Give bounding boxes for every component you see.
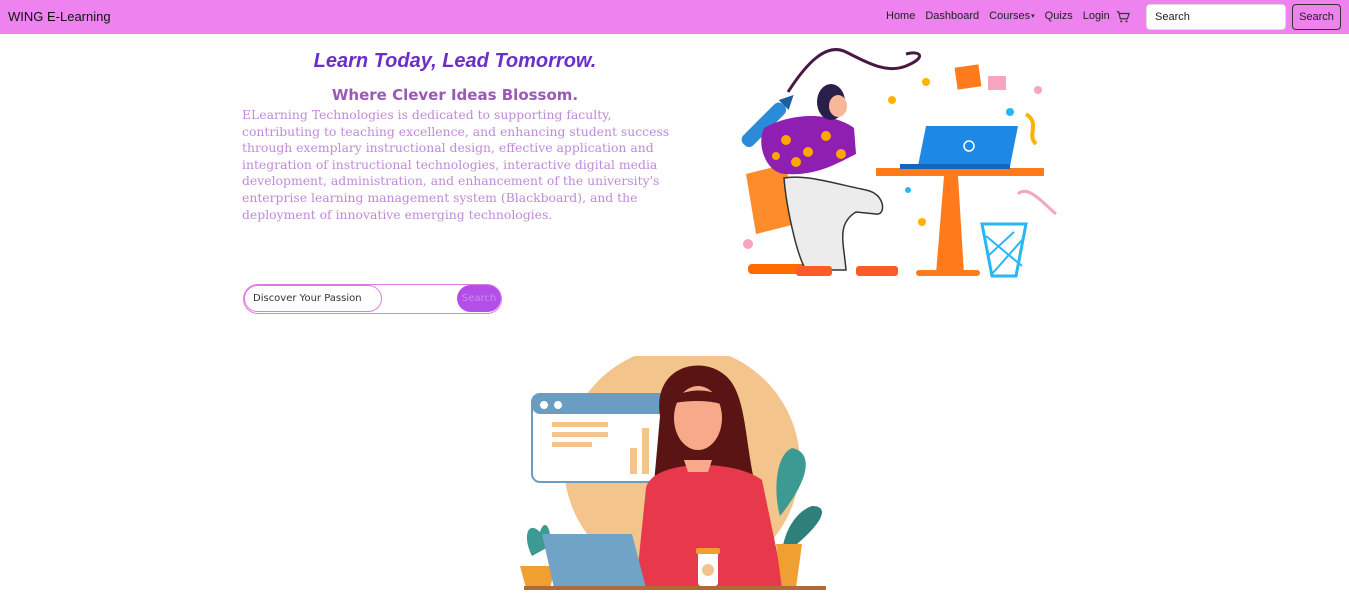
chevron-down-icon: ▾ [1031,13,1035,21]
hero-subtitle: Where Clever Ideas Blossom. [331,86,579,104]
nav-link-dashboard[interactable]: Dashboard [925,10,979,22]
discover-search-group: Search [243,284,502,314]
discover-search-button[interactable]: Search [457,285,501,312]
nav-link-quizs[interactable]: Quizs [1045,10,1073,22]
brand-logo-text[interactable]: WING E-Learning [8,9,111,24]
nav-dropdown-courses[interactable]: Courses▾ [989,10,1034,22]
nav-link-login[interactable]: Login [1083,10,1110,22]
navbar: WING E-Learning Home Dashboard Courses▾ … [0,0,1349,34]
nav-search-button[interactable]: Search [1292,4,1341,30]
student-laptop-illustration [741,48,1057,278]
woman-working-illustration [520,356,826,590]
nav-search-input[interactable] [1146,4,1286,30]
hero-description: ELearning Technologies is dedicated to s… [242,107,670,222]
nav-link-courses-label: Courses [989,10,1031,22]
cart-icon[interactable] [1116,10,1130,24]
hero-title: Learn Today, Lead Tomorrow. [313,50,597,72]
nav-links: Home Dashboard Courses▾ Quizs Login [886,10,1120,22]
discover-search-input[interactable] [244,285,382,312]
nav-link-home[interactable]: Home [886,10,915,22]
